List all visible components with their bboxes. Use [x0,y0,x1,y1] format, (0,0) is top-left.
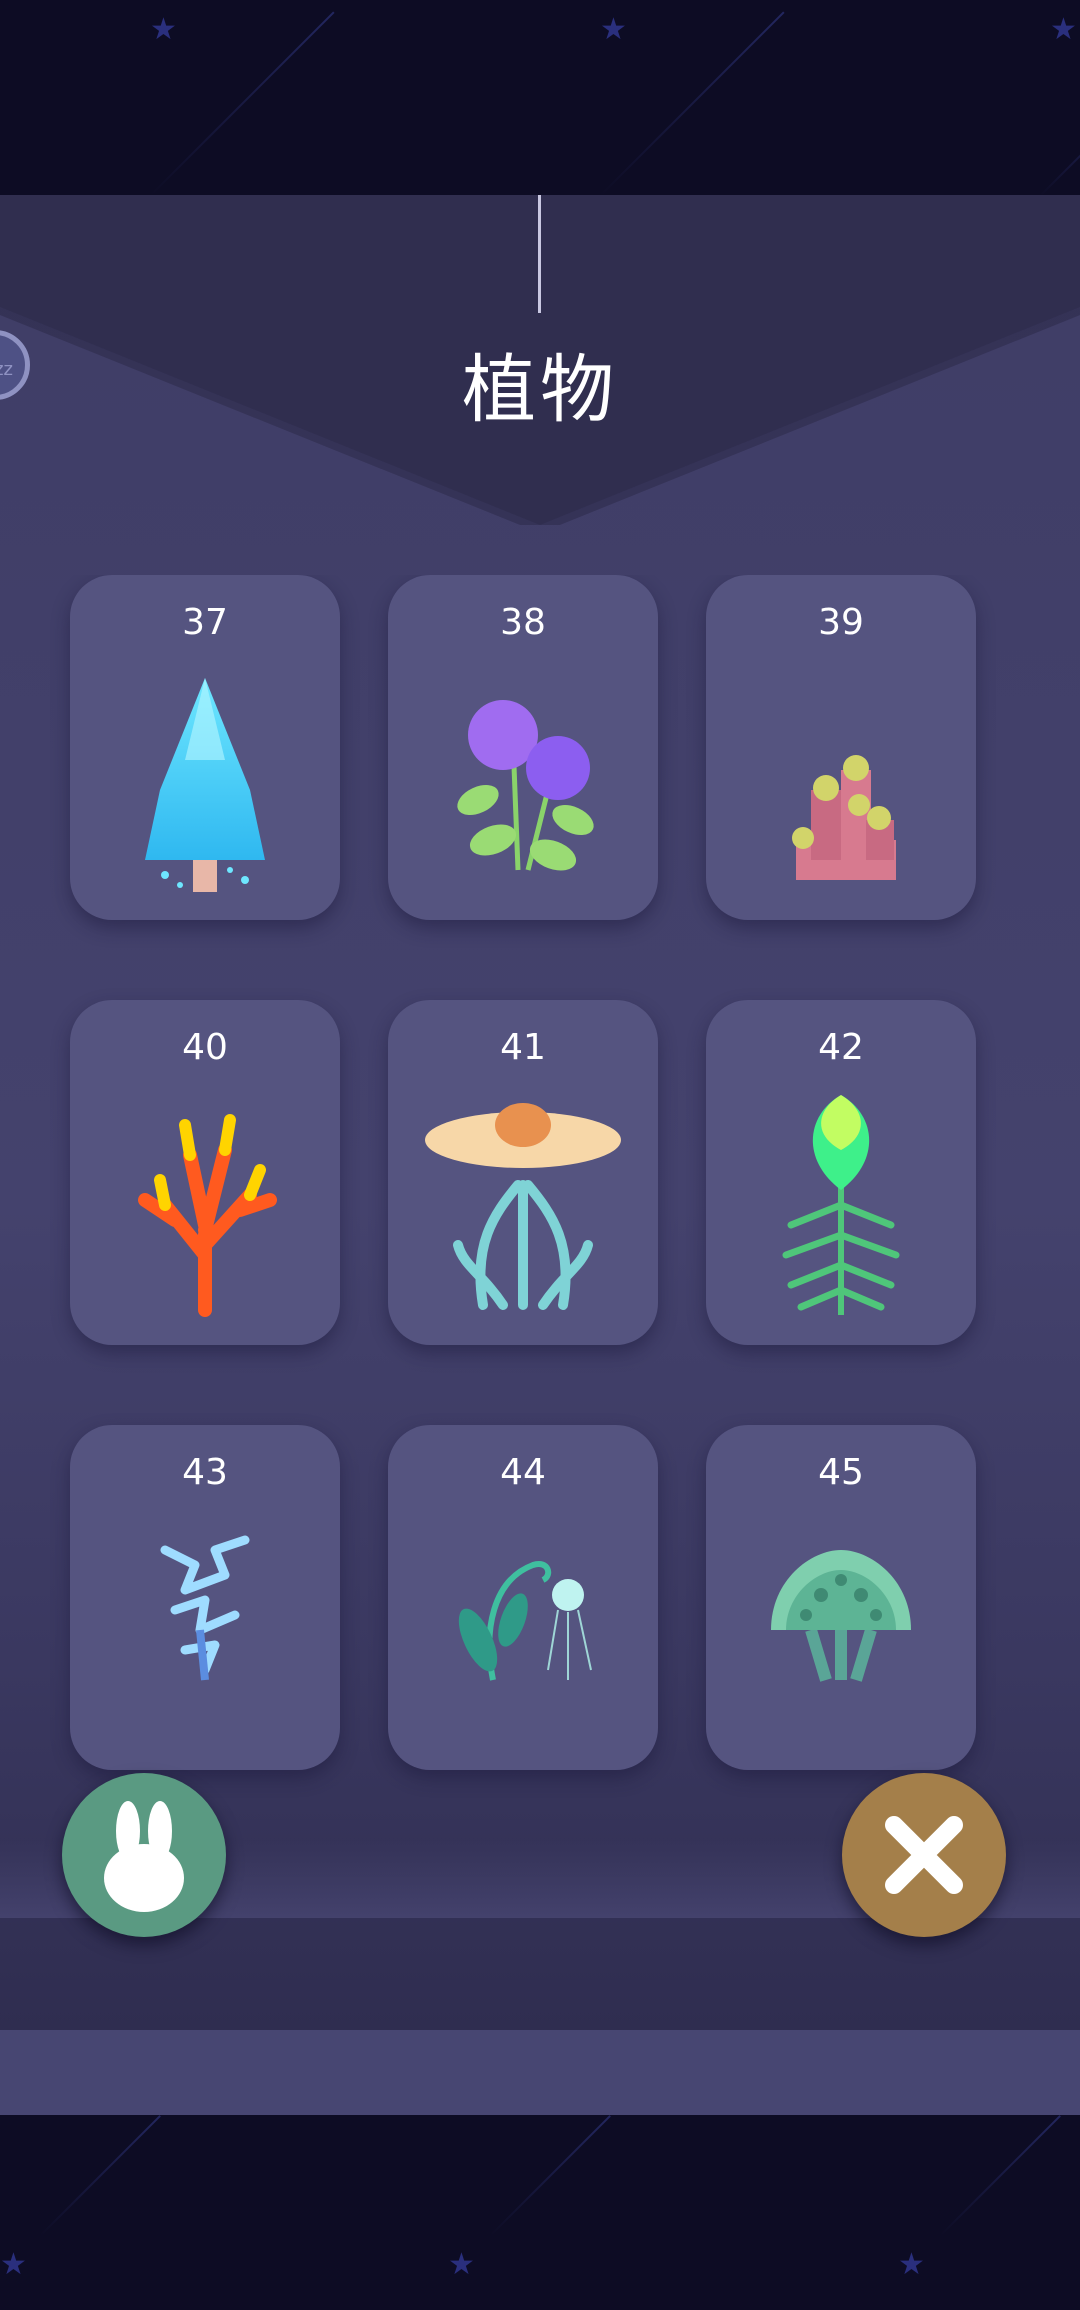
page-title: 植物 [462,347,618,433]
plant-number: 38 [500,602,546,643]
star-icon: ★ [600,12,627,47]
ice-crystal-plant-icon [160,1535,250,1681]
panel-bottom-strip [0,2030,1080,2115]
plant-card[interactable]: 41 [388,1000,658,1345]
plant-number: 43 [182,1452,228,1493]
close-icon [885,1816,963,1894]
shooting-star-streak [489,2115,611,2237]
plant-card[interactable]: 45 [706,1425,976,1770]
hydrangea-icon [457,700,594,871]
shooting-star-streak [149,11,335,195]
night-sky-top: ★ ★ ★ [0,0,1080,195]
night-sky-bottom: ★ ★ ★ [0,2115,1080,2310]
plant-number: 37 [182,602,228,643]
plant-card[interactable]: 44 [388,1425,658,1770]
fire-coral-icon [138,1114,277,1317]
banner-hanging-line [538,195,541,313]
plant-number: 41 [500,1027,546,1068]
plant-card[interactable]: 38 [388,575,658,920]
plant-number: 44 [500,1452,546,1493]
mushroom-tree-icon [771,1550,911,1682]
rafflesia-icon [425,1103,621,1310]
rabbit-icon [104,1801,184,1912]
plant-number: 39 [818,602,864,643]
plant-card[interactable]: 43 [70,1425,340,1770]
close-button[interactable] [842,1773,1006,1937]
glowing-bud-icon [782,1095,900,1315]
plant-card[interactable]: 37 [70,575,340,920]
shooting-star-streak [39,2115,161,2237]
star-icon: ★ [150,12,177,47]
star-icon: ★ [0,2247,27,2282]
plant-collection-panel: 植物 zz 37 38 [0,195,1080,2030]
shooting-star-streak [939,2115,1061,2237]
plant-number: 45 [818,1452,864,1493]
plant-number: 40 [182,1027,228,1068]
plant-card[interactable]: 42 [706,1000,976,1345]
star-icon: ★ [1050,12,1077,47]
rabbit-button[interactable] [62,1773,226,1937]
jellyfish-vine-icon [458,1561,592,1681]
plant-card[interactable]: 40 [70,1000,340,1345]
plant-card[interactable]: 39 [706,575,976,920]
pink-cactus-icon [792,755,896,880]
water-drop-tree-icon [145,678,265,892]
star-icon: ★ [448,2247,475,2282]
shooting-star-streak [1039,110,1080,195]
plant-grid[interactable]: 37 38 39 40 41 42 43 44 45 [0,575,1080,1918]
shooting-star-streak [599,11,785,195]
star-icon: ★ [898,2247,925,2282]
plant-number: 42 [818,1027,864,1068]
